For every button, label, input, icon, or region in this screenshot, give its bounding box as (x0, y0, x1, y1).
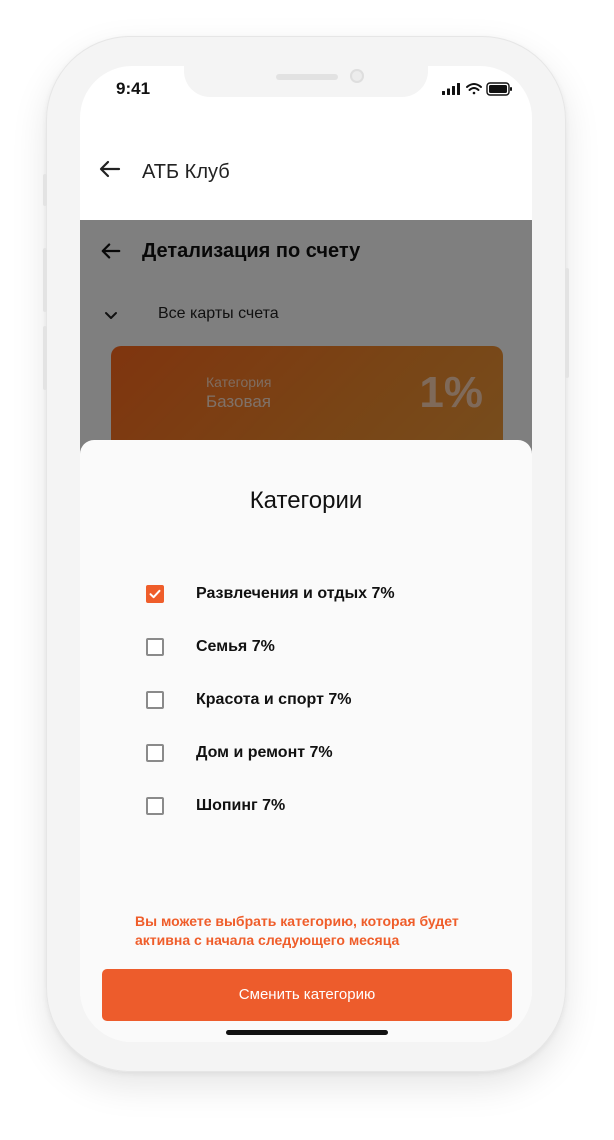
category-option-label: Дом и ремонт 7% (196, 744, 333, 761)
category-option-label: Развлечения и отдых 7% (196, 585, 395, 602)
category-option[interactable]: Дом и ремонт 7% (146, 742, 486, 766)
change-category-hint: Вы можете выбрать категорию, которая буд… (135, 913, 459, 948)
checkbox[interactable] (146, 797, 164, 815)
status-time: 9:41 (116, 79, 151, 98)
volume-down-button (43, 326, 47, 390)
checkbox[interactable] (146, 585, 164, 603)
front-camera (350, 69, 364, 83)
notch (184, 66, 428, 97)
phone-frame: 9:41 АТБ Клуб Категории Развлечения и от… (43, 36, 569, 1072)
category-option[interactable]: Шопинг 7% (146, 795, 486, 819)
status-icons (442, 82, 512, 96)
category-option[interactable]: Развлечения и отдых 7% (146, 583, 486, 607)
sheet-title: Категории (249, 487, 363, 514)
battery-icon (486, 82, 512, 96)
category-option-label: Шопинг 7% (196, 797, 286, 814)
speaker-grille (276, 74, 338, 80)
app-bar: АТБ Клуб (80, 139, 532, 203)
category-option[interactable]: Семья 7% (146, 636, 486, 660)
checkmark-icon (149, 589, 161, 599)
category-option[interactable]: Красота и спорт 7% (146, 689, 486, 713)
mute-switch (43, 174, 47, 206)
checkbox[interactable] (146, 744, 164, 762)
back-arrow-icon[interactable] (98, 157, 122, 186)
screen: 9:41 АТБ Клуб Категории Развлечения и от… (80, 66, 532, 1042)
change-category-button[interactable]: Сменить категорию (102, 969, 512, 1021)
home-indicator[interactable] (226, 1030, 388, 1035)
volume-up-button (43, 248, 47, 312)
category-option-label: Красота и спорт 7% (196, 691, 352, 708)
checkbox[interactable] (146, 638, 164, 656)
category-option-label: Семья 7% (196, 638, 275, 655)
wifi-icon (466, 83, 482, 95)
app-title: АТБ Клуб (142, 161, 230, 183)
checkbox[interactable] (146, 691, 164, 709)
modal-overlay[interactable] (80, 220, 532, 460)
categories-bottom-sheet: Категории Развлечения и отдых 7% Семья 7… (80, 440, 532, 1042)
signal-icon (442, 83, 460, 95)
power-button (565, 268, 569, 378)
